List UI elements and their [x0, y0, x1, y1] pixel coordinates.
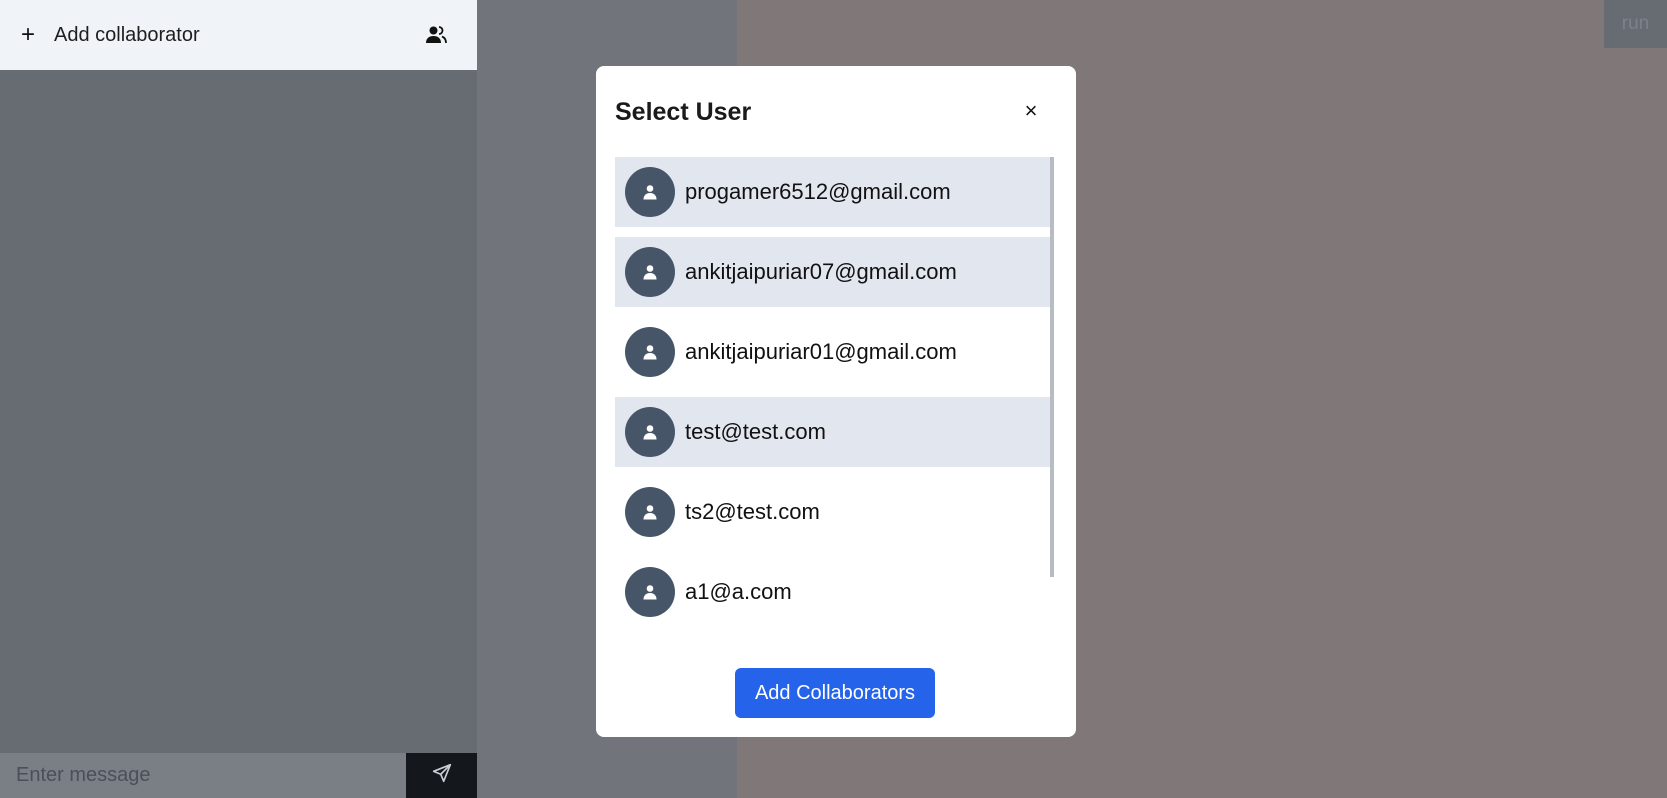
list-item[interactable]: test@test.com: [615, 397, 1053, 467]
close-button[interactable]: ×: [1016, 96, 1046, 126]
list-item[interactable]: ankitjaipuriar01@gmail.com: [615, 317, 1053, 387]
message-input[interactable]: [0, 753, 406, 798]
user-email: ts2@test.com: [685, 499, 820, 524]
user-list: progamer6512@gmail.com ankitjaipuriar07@…: [615, 157, 1053, 633]
user-email: a1@a.com: [685, 579, 792, 604]
run-button[interactable]: run: [1604, 0, 1667, 48]
send-icon: [432, 763, 452, 788]
message-bar: [0, 753, 477, 798]
user-email: ankitjaipuriar07@gmail.com: [685, 259, 957, 284]
send-button[interactable]: [406, 753, 477, 798]
avatar: [625, 167, 675, 217]
chat-header: + Add collaborator: [0, 0, 477, 70]
users-icon[interactable]: [424, 23, 448, 47]
list-item[interactable]: ankitjaipuriar07@gmail.com: [615, 237, 1053, 307]
modal-title: Select User: [615, 98, 752, 126]
add-collaborator-button[interactable]: + Add collaborator: [18, 21, 200, 49]
add-collaborator-label: Add collaborator: [54, 23, 200, 46]
add-collaborators-button[interactable]: Add Collaborators: [735, 668, 935, 718]
plus-icon: +: [20, 21, 35, 48]
avatar: [625, 487, 675, 537]
user-email: ankitjaipuriar01@gmail.com: [685, 339, 957, 364]
avatar: [625, 567, 675, 617]
select-user-modal: Select User × progamer6512@gmail.com ank…: [596, 66, 1076, 737]
avatar: [625, 327, 675, 377]
user-email: test@test.com: [685, 419, 826, 444]
chat-panel: + Add collaborator: [0, 0, 477, 798]
avatar: [625, 247, 675, 297]
list-item[interactable]: a1@a.com: [615, 557, 1053, 627]
user-list-scrollbar[interactable]: [1050, 157, 1054, 577]
list-item[interactable]: ts2@test.com: [615, 477, 1053, 547]
user-email: progamer6512@gmail.com: [685, 179, 951, 204]
close-icon: ×: [1024, 98, 1038, 123]
list-item[interactable]: progamer6512@gmail.com: [615, 157, 1053, 227]
avatar: [625, 407, 675, 457]
